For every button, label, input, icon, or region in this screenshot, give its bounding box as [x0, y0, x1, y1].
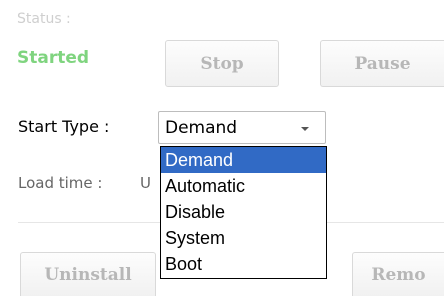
remove-button[interactable]: Remo: [352, 252, 444, 296]
dropdown-option-boot[interactable]: Boot: [161, 251, 326, 277]
start-type-label: Start Type :: [18, 117, 110, 136]
dropdown-option-disable[interactable]: Disable: [161, 199, 326, 225]
dropdown-option-system[interactable]: System: [161, 225, 326, 251]
dropdown-option-automatic[interactable]: Automatic: [161, 173, 326, 199]
start-type-dropdown-list[interactable]: Demand Automatic Disable System Boot: [160, 146, 327, 279]
load-time-value: U: [140, 174, 151, 192]
dropdown-option-demand[interactable]: Demand: [161, 147, 326, 173]
status-value: Started: [17, 48, 90, 68]
stop-button[interactable]: Stop: [165, 40, 279, 87]
start-type-select[interactable]: Demand: [158, 111, 326, 144]
start-type-selected-value: Demand: [165, 118, 238, 138]
pause-button[interactable]: Pause: [320, 40, 444, 87]
status-label: Status :: [17, 11, 71, 27]
chevron-down-icon: [301, 127, 309, 131]
uninstall-button[interactable]: Uninstall: [20, 252, 156, 296]
load-time-label: Load time :: [18, 174, 103, 192]
